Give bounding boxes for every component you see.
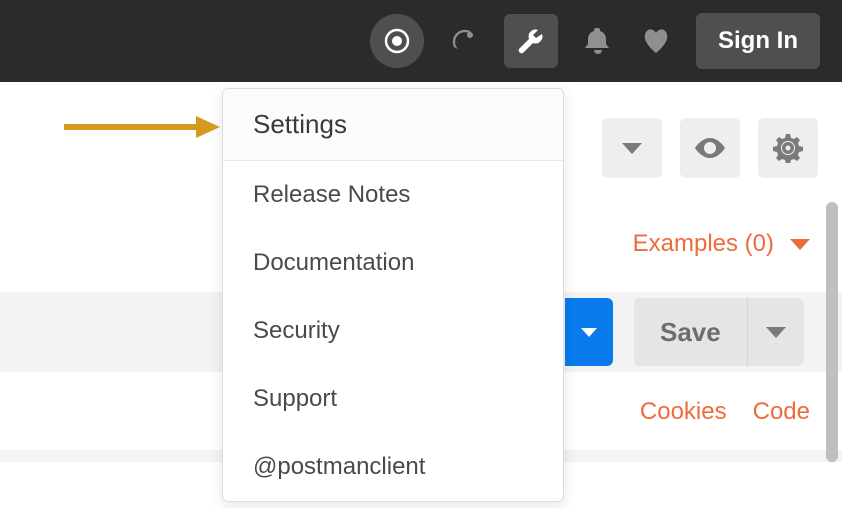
sync-icon[interactable] [370,14,424,68]
app-header: Sign In [0,0,842,82]
satellite-icon[interactable] [446,23,482,59]
gear-icon-button[interactable] [758,118,818,178]
scrollbar-track[interactable] [826,202,838,462]
eye-icon-button[interactable] [680,118,740,178]
chevron-down-icon [766,327,786,338]
menu-item-support[interactable]: Support [223,365,563,433]
chevron-down-icon [581,328,597,337]
cookies-link[interactable]: Cookies [640,398,727,426]
heart-icon[interactable] [638,23,674,59]
collection-toolbar [602,118,818,178]
code-link[interactable]: Code [753,398,810,426]
eye-icon [693,136,727,160]
save-dropdown-button[interactable] [748,298,804,366]
menu-item-release-notes[interactable]: Release Notes [223,161,563,229]
examples-label: Examples (0) [633,230,774,258]
menu-item-security[interactable]: Security [223,297,563,365]
wrench-icon[interactable] [504,14,558,68]
gear-icon [773,133,803,163]
request-links: Cookies Code [640,398,810,426]
bell-icon[interactable] [580,23,616,59]
menu-item-settings[interactable]: Settings [223,89,563,161]
menu-item-twitter[interactable]: @postmanclient [223,433,563,501]
send-dropdown-button[interactable] [565,298,613,366]
menu-item-documentation[interactable]: Documentation [223,229,563,297]
save-button-group: Save [634,298,804,366]
examples-dropdown[interactable]: Examples (0) [633,230,810,258]
chevron-down-icon [790,239,810,250]
wrench-menu: Settings Release Notes Documentation Sec… [222,88,564,502]
chevron-down-icon [622,143,642,154]
sign-in-button[interactable]: Sign In [696,13,820,69]
env-dropdown-button[interactable] [602,118,662,178]
save-button[interactable]: Save [634,298,748,366]
scrollbar-thumb[interactable] [826,202,838,462]
